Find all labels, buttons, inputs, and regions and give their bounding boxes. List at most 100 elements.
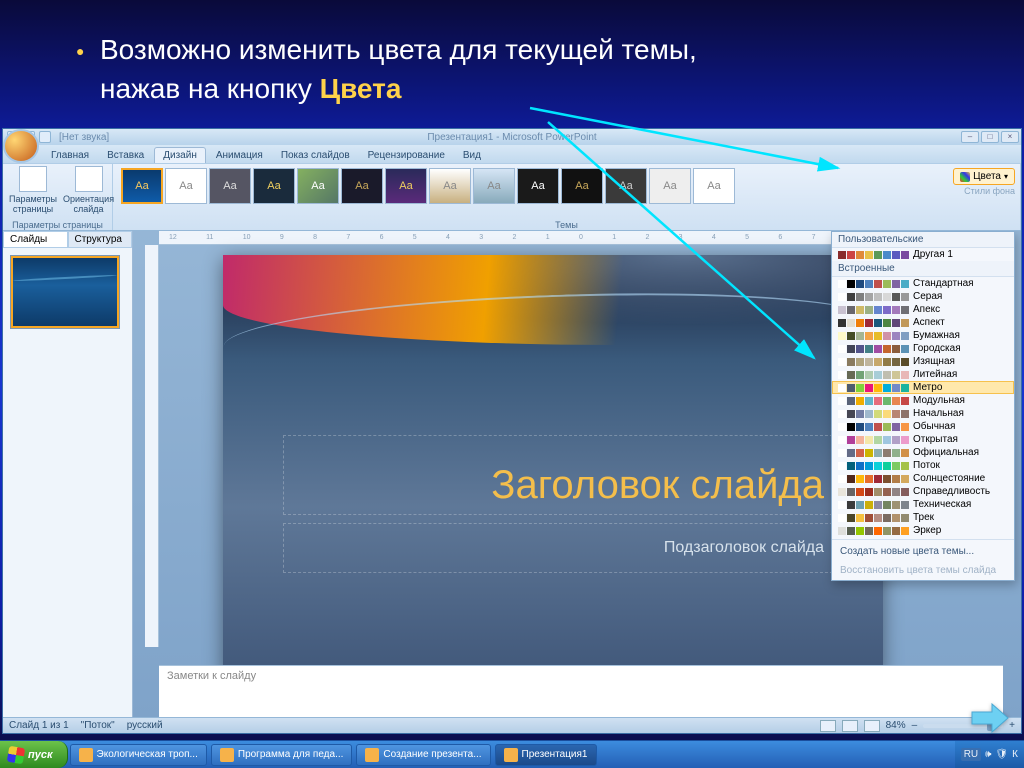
tab-анимация[interactable]: Анимация (208, 148, 271, 163)
title-placeholder[interactable]: Заголовок слайда (283, 435, 843, 515)
instruction-text: ● Возможно изменить цвета для текущей те… (100, 30, 964, 108)
tray-icon[interactable]: 🛡 (995, 749, 1008, 760)
taskbar-item[interactable]: Презентация1 (495, 744, 597, 766)
theme-thumb[interactable]: Aa (649, 168, 691, 204)
taskbar-item[interactable]: Создание презента... (356, 744, 490, 766)
orientation-button[interactable]: Ориентация слайда (63, 166, 114, 214)
subtitle-placeholder[interactable]: Подзаголовок слайда (283, 523, 843, 573)
theme-thumb[interactable]: Aa (429, 168, 471, 204)
tab-дизайн[interactable]: Дизайн (154, 147, 206, 163)
create-theme-colors[interactable]: Создать новые цвета темы... (832, 542, 1014, 561)
theme-thumb[interactable]: Aa (517, 168, 559, 204)
page-params-button[interactable]: Параметры страницы (9, 166, 57, 214)
color-scheme-Серая[interactable]: Серая (832, 290, 1014, 303)
tray-language[interactable]: RU (961, 748, 981, 761)
theme-thumb[interactable]: Aa (473, 168, 515, 204)
close-button[interactable]: × (1001, 131, 1019, 143)
theme-thumb[interactable]: Aa (561, 168, 603, 204)
chevron-down-icon: ▾ (1004, 172, 1008, 181)
color-scheme-Изящная[interactable]: Изящная (832, 355, 1014, 368)
theme-thumb[interactable]: Aa (605, 168, 647, 204)
color-scheme-Солнцестояние[interactable]: Солнцестояние (832, 472, 1014, 485)
colors-dropdown: ПользовательскиеДругая 1ВстроенныеСтанда… (831, 231, 1015, 581)
maximize-button[interactable]: □ (981, 131, 999, 143)
color-scheme-Метро[interactable]: Метро (832, 381, 1014, 394)
theme-thumb[interactable]: Aa (209, 168, 251, 204)
bullet-icon: ● (76, 42, 84, 62)
tab-вставка[interactable]: Вставка (99, 148, 152, 163)
color-scheme-Открытая[interactable]: Открытая (832, 433, 1014, 446)
color-scheme-Эркер[interactable]: Эркер (832, 524, 1014, 537)
taskbar: пуск Экологическая троп...Программа для … (0, 740, 1024, 768)
color-scheme-Бумажная[interactable]: Бумажная (832, 329, 1014, 342)
tray-icon[interactable]: 🕪 (985, 749, 991, 760)
color-scheme-Техническая[interactable]: Техническая (832, 498, 1014, 511)
color-scheme-Официальная[interactable]: Официальная (832, 446, 1014, 459)
color-scheme-Литейная[interactable]: Литейная (832, 368, 1014, 381)
reset-theme-colors: Восстановить цвета темы слайда (832, 561, 1014, 580)
zoom-out-button[interactable]: – (912, 720, 918, 731)
next-slide-arrow[interactable] (970, 702, 1010, 734)
theme-thumb[interactable]: Aa (297, 168, 339, 204)
slide[interactable]: Заголовок слайда Подзаголовок слайда (223, 255, 883, 675)
system-tray[interactable]: RU 🕪 🛡 К (955, 741, 1024, 768)
theme-thumb[interactable]: Aa (693, 168, 735, 204)
office-button[interactable] (3, 129, 39, 163)
ribbon: Параметры страницы Ориентация слайда Пар… (3, 163, 1021, 231)
slide-subtitle-text: Подзаголовок слайда (664, 539, 824, 557)
slide-title-text: Заголовок слайда (491, 463, 824, 508)
zoom-in-button[interactable]: + (1009, 720, 1015, 731)
color-scheme-Обычная[interactable]: Обычная (832, 420, 1014, 433)
status-slide-count: Слайд 1 из 1 (9, 720, 69, 731)
color-scheme-Городская[interactable]: Городская (832, 342, 1014, 355)
tray-clock[interactable]: К (1012, 749, 1018, 760)
taskbar-item-icon (79, 748, 93, 762)
tab-slides[interactable]: Слайды (3, 231, 68, 248)
tab-показ слайдов[interactable]: Показ слайдов (273, 148, 358, 163)
dd-section-custom: Пользовательские (832, 232, 1014, 248)
tab-рецензирование[interactable]: Рецензирование (360, 148, 453, 163)
ribbon-tabs: ГлавнаяВставкаДизайнАнимацияПоказ слайдо… (3, 145, 1021, 163)
group-label-themes: Темы (113, 220, 1020, 230)
dd-section-builtin: Встроенные (832, 261, 1014, 277)
app-window: [Нет звука] Презентация1 - Microsoft Pow… (2, 128, 1022, 734)
tab-главная[interactable]: Главная (43, 148, 97, 163)
status-language[interactable]: русский (127, 720, 163, 731)
windows-flag-icon (7, 745, 26, 764)
theme-thumb[interactable]: Aa (385, 168, 427, 204)
color-scheme-Модульная[interactable]: Модульная (832, 394, 1014, 407)
color-scheme-Справедливость[interactable]: Справедливость (832, 485, 1014, 498)
theme-thumb[interactable]: Aa (121, 168, 163, 204)
color-scheme-Поток[interactable]: Поток (832, 459, 1014, 472)
theme-thumb[interactable]: Aa (253, 168, 295, 204)
color-scheme-Аспект[interactable]: Аспект (832, 316, 1014, 329)
view-sorter-button[interactable] (842, 720, 858, 732)
color-scheme-Другая 1[interactable]: Другая 1 (832, 248, 1014, 261)
view-normal-button[interactable] (820, 720, 836, 732)
tab-вид[interactable]: Вид (455, 148, 489, 163)
color-scheme-Апекс[interactable]: Апекс (832, 303, 1014, 316)
color-scheme-Трек[interactable]: Трек (832, 511, 1014, 524)
taskbar-item-icon (504, 748, 518, 762)
view-show-button[interactable] (864, 720, 880, 732)
minimize-button[interactable]: – (961, 131, 979, 143)
theme-gallery[interactable]: AaAaAaAaAaAaAaAaAaAaAaAaAaAa (119, 166, 1014, 206)
colors-button[interactable]: Цвета ▾ (953, 168, 1015, 185)
color-scheme-Начальная[interactable]: Начальная (832, 407, 1014, 420)
theme-thumb[interactable]: Aa (165, 168, 207, 204)
editor-canvas: 1211109876543210123456789101112 Заголово… (133, 231, 1021, 717)
start-button[interactable]: пуск (0, 741, 68, 768)
color-scheme-Стандартная[interactable]: Стандартная (832, 277, 1014, 290)
page-params-icon (19, 166, 47, 192)
group-label-page-setup: Параметры страницы (3, 220, 112, 230)
window-title: Презентация1 - Microsoft PowerPoint (3, 132, 1021, 143)
notes-pane[interactable]: Заметки к слайду (159, 665, 1003, 717)
status-bar: Слайд 1 из 1 "Поток" русский 84% – + (3, 717, 1021, 733)
theme-thumb[interactable]: Aa (341, 168, 383, 204)
tab-outline[interactable]: Структура (68, 231, 133, 248)
taskbar-item[interactable]: Программа для педа... (211, 744, 353, 766)
group-page-setup: Параметры страницы Ориентация слайда Пар… (3, 164, 113, 230)
slide-thumbnail[interactable] (11, 256, 119, 328)
taskbar-item[interactable]: Экологическая троп... (70, 744, 207, 766)
background-styles-button[interactable]: Стили фона (964, 186, 1015, 196)
